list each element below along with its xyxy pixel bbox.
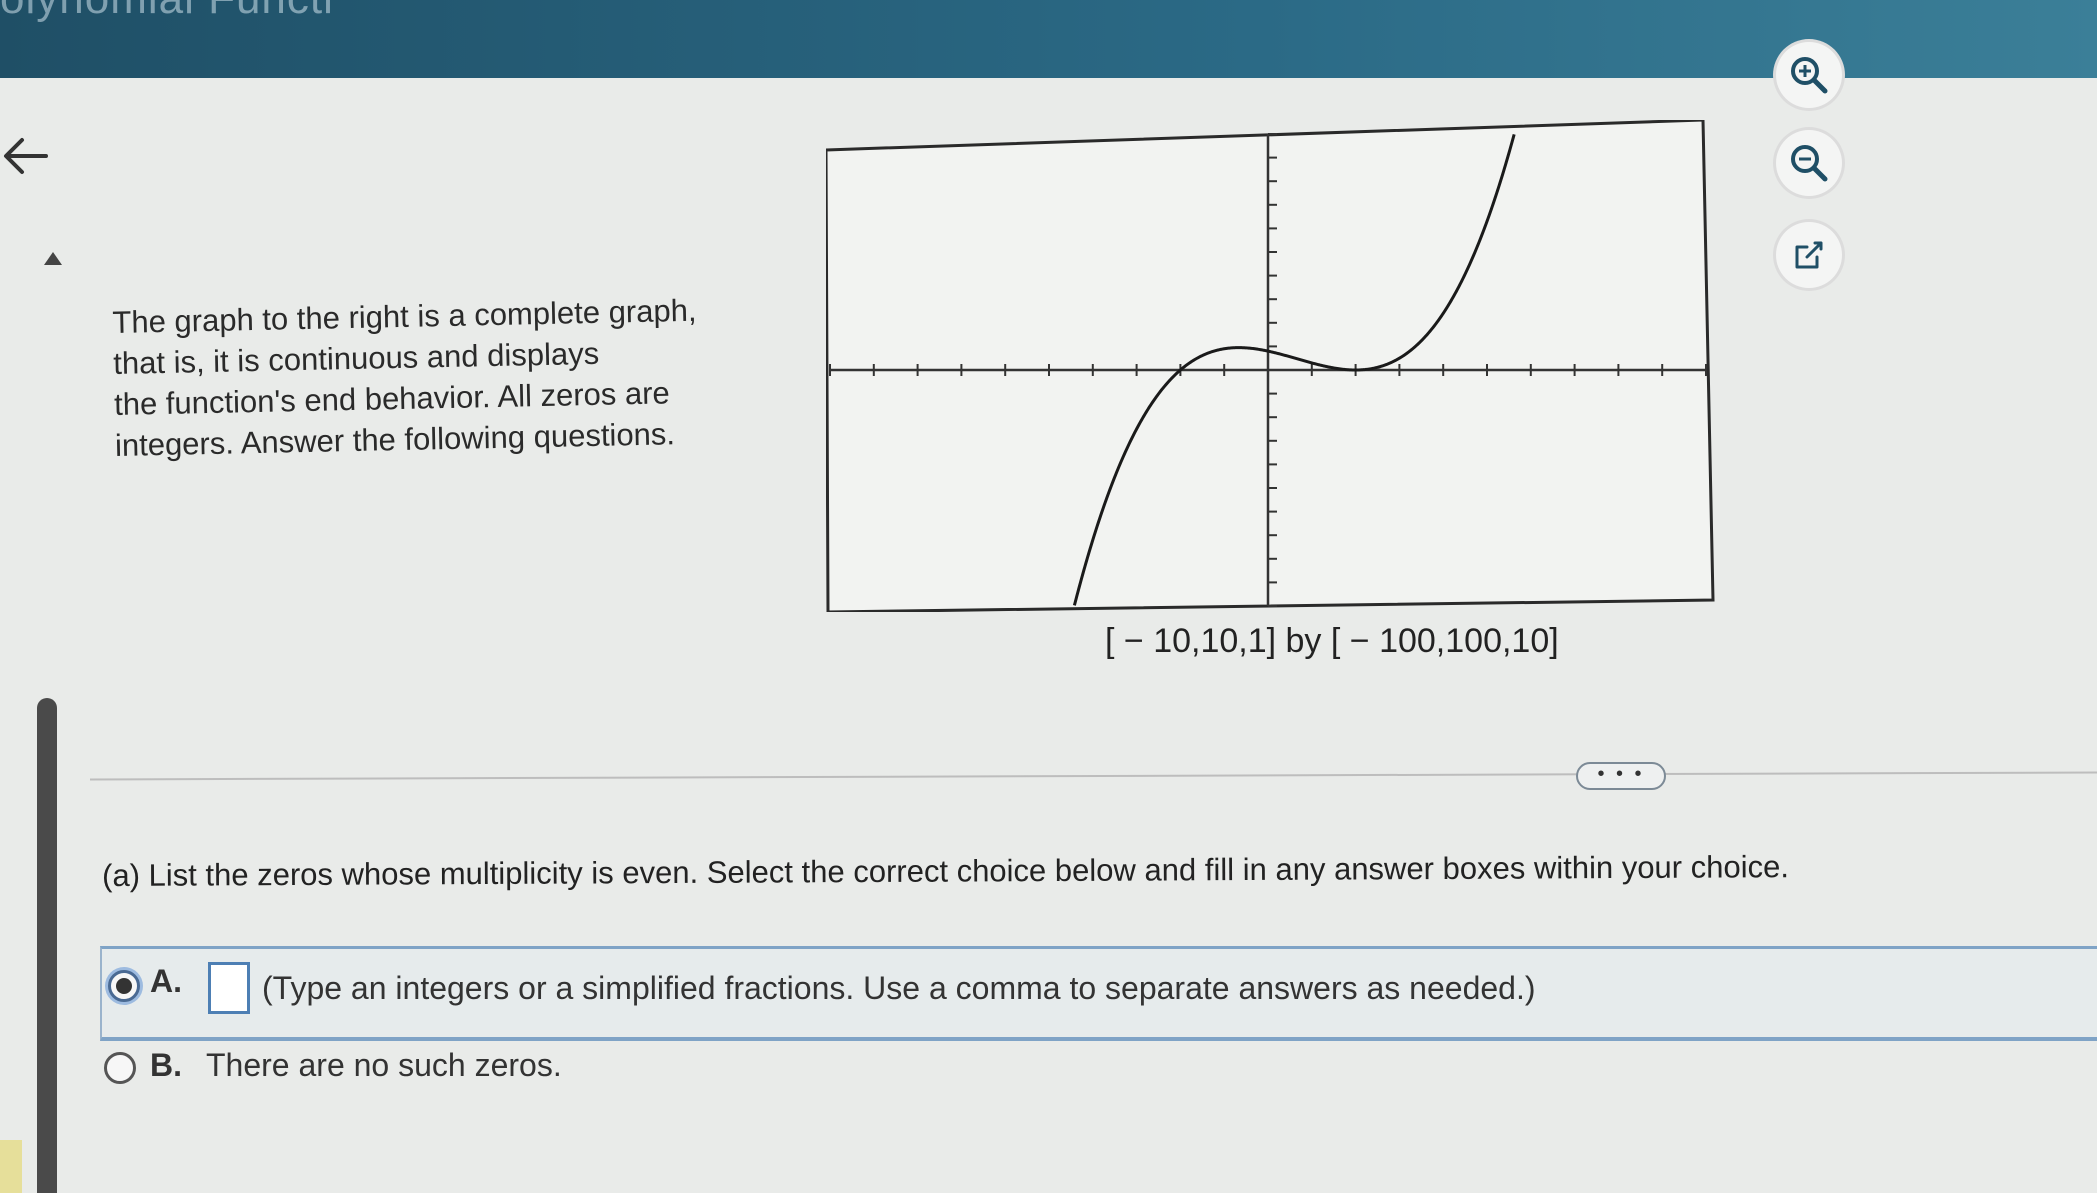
external-link-icon [1795,241,1823,269]
choice-b-letter: B. [150,1047,182,1083]
choice-b-text[interactable]: There are no such zeros. [206,1047,562,1084]
side-marker [0,1140,22,1193]
more-options-button[interactable]: • • • [1576,762,1666,790]
function-graph [826,120,1715,612]
question-prompt: (a) List the zeros whose multiplicity is… [102,849,1790,893]
zoom-out-button[interactable] [1776,130,1842,196]
page-title: olynomial Functi [0,0,334,24]
collapse-caret-icon[interactable] [44,252,62,265]
zoom-in-button[interactable] [1776,42,1842,108]
scrollbar[interactable] [37,698,57,1193]
choice-b-radio[interactable] [104,1052,136,1084]
choice-a-radio[interactable] [108,970,140,1002]
back-arrow-icon[interactable] [0,128,60,188]
answer-input-box[interactable] [208,962,250,1014]
zoom-in-icon [1791,57,1828,94]
section-divider [90,771,2097,781]
zoom-out-icon [1791,145,1828,182]
open-in-new-window-button[interactable] [1776,222,1842,288]
viewing-window-label: [ − 10,10,1] by [ − 100,100,10] [1105,622,1559,660]
choice-a-letter: A. [150,963,182,999]
choice-a-instructions: (Type an integers or a simplified fracti… [262,970,1536,1006]
problem-intro: The graph to the right is a complete gra… [112,289,755,466]
graph-frame [826,120,1715,612]
